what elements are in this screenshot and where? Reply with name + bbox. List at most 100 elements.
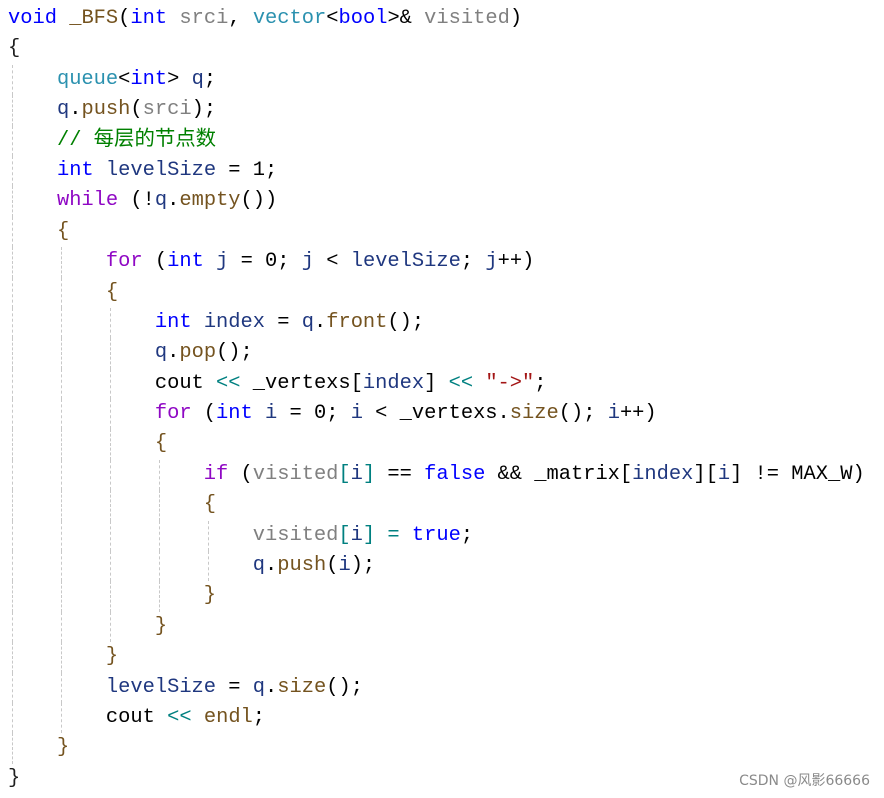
- code-token: [: [338, 523, 351, 547]
- code-line: // 每层的节点数: [8, 125, 865, 156]
- code-token: ]: [362, 462, 376, 486]
- code-token: [: [338, 462, 351, 486]
- code-token: (: [326, 554, 339, 578]
- code-token: index: [362, 371, 425, 395]
- indent-guide: [12, 277, 13, 308]
- code-line: }: [8, 642, 865, 673]
- indent-guide: [109, 490, 111, 521]
- code-token: levelSize: [105, 675, 217, 699]
- code-token: _vertexs[: [240, 371, 363, 395]
- indent-guide: [12, 672, 13, 703]
- code-token: index: [203, 310, 265, 334]
- indent-guide: [207, 551, 209, 582]
- indent-guide: [12, 64, 13, 96]
- indent-guide: [158, 581, 160, 612]
- indent-guide: [12, 186, 13, 217]
- code-token: q: [154, 341, 168, 365]
- code-line: q.push(srci);: [8, 95, 865, 126]
- indent-guide: [12, 125, 13, 156]
- code-line: int index = q.front();: [8, 307, 865, 339]
- code-token: queue: [56, 67, 119, 91]
- indent-guide: [12, 581, 13, 612]
- indent-guide: [60, 247, 62, 278]
- code-token: .: [69, 98, 82, 122]
- indent-guide: [60, 307, 62, 339]
- code-token: <: [314, 250, 351, 274]
- code-line: int levelSize = 1;: [8, 155, 865, 187]
- code-token: = 0;: [277, 402, 351, 426]
- code-token: index: [632, 462, 694, 486]
- code-line: {: [8, 429, 865, 460]
- indent-guide: [12, 429, 13, 460]
- code-token: empty: [179, 189, 241, 213]
- code-token: srci: [142, 98, 192, 122]
- code-token: <: [326, 7, 339, 30]
- code-token: }: [203, 584, 217, 608]
- code-token: }: [8, 766, 21, 790]
- code-editor[interactable]: void _BFS(int srci, vector<bool>& visite…: [8, 4, 865, 794]
- code-token: ]: [362, 523, 376, 547]
- indent-guide: [60, 338, 62, 369]
- code-token: && _matrix[: [485, 462, 633, 486]
- code-line: visited[i] = true;: [8, 520, 865, 552]
- indent-guide: [60, 581, 62, 612]
- code-token: (: [191, 402, 217, 426]
- code-line: cout << _vertexs[index] << ″->″;: [8, 368, 865, 400]
- code-token: cout: [105, 705, 155, 729]
- code-token: push: [81, 98, 131, 122]
- code-token: .: [167, 341, 180, 365]
- indent-guide: [12, 247, 13, 278]
- code-token: ;: [534, 371, 547, 395]
- code-token: ] != MAX_W): [730, 462, 865, 486]
- code-token: for: [154, 402, 192, 426]
- code-line: if (visited[i] == false && _matrix[index…: [8, 459, 865, 491]
- watermark: CSDN @风影66666: [739, 773, 870, 789]
- indent-guide: [12, 216, 13, 248]
- code-token: ;: [203, 67, 217, 91]
- code-token: visited: [252, 523, 339, 547]
- code-token: }: [105, 645, 119, 669]
- code-token: ;: [460, 523, 474, 547]
- code-token: .: [167, 189, 180, 213]
- code-token: q: [301, 310, 314, 334]
- code-token: =: [216, 675, 253, 699]
- code-token: ();: [326, 675, 363, 699]
- indent-guide: [109, 581, 111, 612]
- indent-guide: [207, 520, 209, 552]
- indent-guide: [60, 702, 62, 734]
- code-line: {: [8, 216, 865, 248]
- code-token: ++): [497, 250, 535, 274]
- indent-guide: [60, 520, 62, 552]
- indent-guide: [60, 368, 62, 400]
- code-line: void _BFS(int srci, vector<bool>& visite…: [8, 4, 865, 34]
- code-token: <: [118, 67, 131, 91]
- code-token: <<: [216, 371, 241, 395]
- code-token: .: [265, 675, 278, 699]
- indent-guide: [12, 642, 13, 673]
- code-token: }: [154, 614, 168, 638]
- code-token: }: [56, 736, 70, 760]
- code-token: >&: [387, 7, 425, 30]
- code-token: ,: [228, 7, 253, 30]
- code-token: ==: [375, 462, 425, 486]
- code-token: i: [607, 402, 620, 426]
- code-token: q: [154, 189, 168, 213]
- code-token: cout: [154, 371, 204, 395]
- indent-guide: [12, 368, 13, 400]
- code-token: <<: [167, 705, 192, 729]
- code-token: ][: [693, 462, 718, 486]
- code-token: (: [228, 462, 253, 486]
